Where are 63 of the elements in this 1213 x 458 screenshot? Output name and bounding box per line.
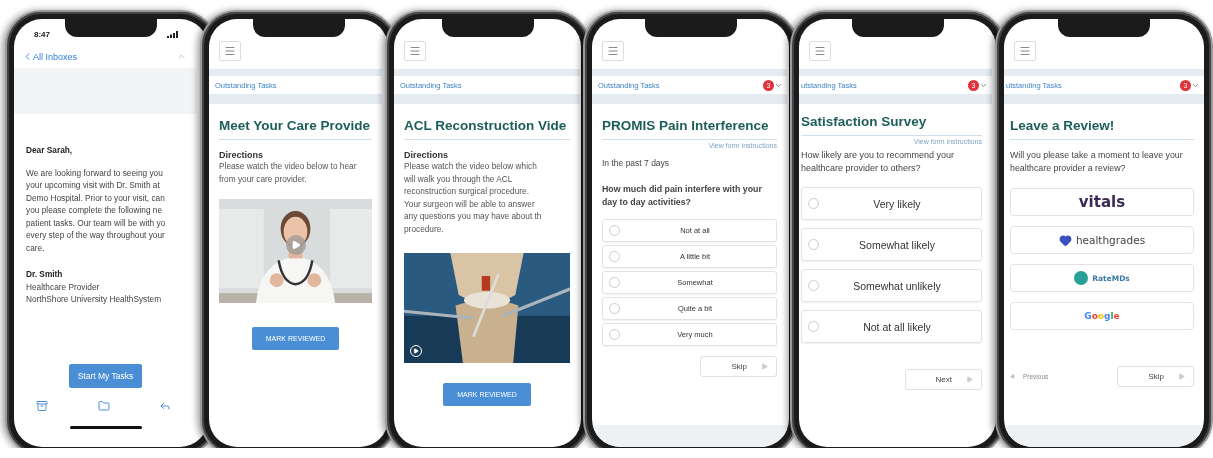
skip-button[interactable]: Skip	[1117, 366, 1194, 387]
directions-text: procedure.	[404, 222, 445, 235]
answer-option[interactable]: Very likely	[801, 187, 982, 220]
menu-button[interactable]	[1014, 41, 1036, 61]
review-site-button[interactable]: vitals	[1010, 188, 1194, 216]
page-title: Leave a Review!	[1010, 118, 1194, 140]
email-text: you please complete the following ne	[26, 204, 164, 217]
review-prompt: Will you please take a moment to leave your healthcare provider a review?	[1010, 149, 1184, 174]
next-button[interactable]: Next	[904, 369, 982, 390]
directions-text: any questions you may have about th	[404, 210, 543, 223]
heart-icon	[1058, 233, 1072, 247]
answer-option[interactable]: Somewhat likely	[801, 228, 982, 261]
menu-icon	[1019, 45, 1031, 57]
directions-text: reconstruction surgical procedure.	[404, 185, 530, 198]
menu-icon	[409, 45, 421, 57]
menu-icon	[814, 45, 826, 57]
email-text: patient tasks. Our team will be with yo	[26, 216, 167, 229]
signal-icon	[167, 30, 179, 38]
email-text: every step of the way throughout your	[26, 229, 166, 242]
caret-left-icon	[1010, 374, 1015, 379]
menu-button[interactable]	[809, 41, 831, 61]
caret-right-icon	[966, 376, 973, 383]
caret-right-icon	[761, 363, 768, 370]
form-subtitle: In the past 7 days	[602, 157, 671, 169]
directions-text: will walk you through the ACL	[404, 172, 514, 185]
question-text: How much did pain interfere with your day to day activities?	[602, 183, 763, 209]
email-text: care.	[26, 241, 46, 254]
back-link[interactable]: All Inboxes	[22, 51, 78, 62]
email-text: Demo Hospital. Prior to your visit, can	[26, 191, 166, 204]
menu-button[interactable]	[219, 41, 241, 61]
review-site-button[interactable]: Google	[1010, 302, 1194, 330]
status-time: 8:47	[34, 29, 50, 39]
menu-icon	[607, 45, 619, 57]
form-title: PROMIS Pain Interference	[602, 118, 777, 140]
page-title: Meet Your Care Provide	[219, 118, 372, 140]
menu-button[interactable]	[404, 41, 426, 61]
review-site-button[interactable]: healthgrades	[1010, 226, 1194, 254]
pulse-logo-icon	[1074, 271, 1089, 285]
signature-name: Dr. Smith	[26, 268, 64, 281]
form-title: Satisfaction Survey	[801, 114, 982, 136]
directions-heading: Directions	[404, 150, 449, 160]
page-title: ACL Reconstruction Vide	[404, 118, 570, 140]
signature-text: Healthcare Provider	[26, 280, 101, 293]
archive-icon[interactable]	[36, 399, 48, 412]
directions-text: Please watch the video below which	[404, 160, 538, 173]
answer-option[interactable]: Somewhat unlikely	[801, 269, 982, 302]
folder-icon[interactable]	[97, 399, 110, 412]
directions-heading: Directions	[219, 150, 264, 160]
email-text: your upcoming visit with Dr. Smith at	[26, 179, 161, 192]
directions-text: Please watch the video below to hear	[219, 160, 358, 173]
email-text: We are looking forward to seeing you	[26, 166, 164, 179]
play-triangle-icon	[413, 348, 419, 354]
answer-option[interactable]: Not at all likely	[801, 310, 982, 343]
signature-text: NorthShore University HealthSystem	[26, 293, 163, 306]
menu-button[interactable]	[602, 41, 624, 61]
directions-text: from your care provider.	[219, 172, 308, 185]
play-triangle-icon	[290, 240, 301, 250]
question-text: How likely are you to recommend your healthcare provider to others?	[801, 149, 956, 175]
email-greeting: Dear Sarah,	[26, 144, 74, 157]
directions-text: Your surgeon will be able to answer	[404, 197, 536, 210]
caret-right-icon	[1178, 373, 1185, 380]
menu-icon	[224, 45, 236, 57]
skip-button[interactable]: Skip	[700, 356, 777, 377]
